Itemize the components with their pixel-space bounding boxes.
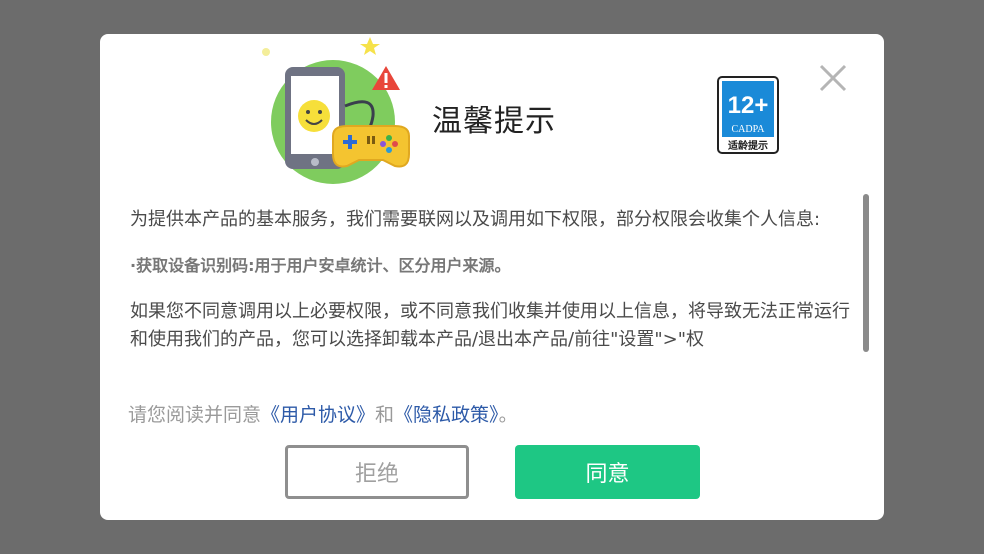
user-agreement-link[interactable]: 《用户协议》 (261, 404, 375, 426)
agreement-and: 和 (375, 404, 395, 426)
content-scrollbar[interactable] (863, 194, 869, 352)
agreement-text: 请您阅读并同意《用户协议》和《隐私政策》。 (128, 400, 518, 427)
notice-text: 如果您不同意调用以上必要权限，或不同意我们收集并使用以上信息，将导致无法正常运行… (130, 301, 850, 350)
agreement-prefix: 请您阅读并同意 (128, 404, 262, 426)
intro-text: 为提供本产品的基本服务，我们需要联网以及调用如下权限，部分权限会收集个人信息: (130, 209, 821, 230)
permission-dialog: 温馨提示 12+ CADPA 适龄提示 为提供本产品的基本服务，我们需要联网以及… (100, 34, 884, 520)
permission-item: ·获取设备识别码:用于用户安卓统计、区分用户来源。 (130, 256, 511, 275)
agreement-suffix: 。 (498, 404, 518, 426)
permission-content: 为提供本产品的基本服务，我们需要联网以及调用如下权限，部分权限会收集个人信息: … (130, 206, 855, 386)
game-phone-illustration (262, 37, 410, 184)
age-rating: 12+ (728, 92, 769, 119)
age-rating-org: CADPA (732, 124, 766, 135)
close-icon[interactable] (815, 60, 851, 96)
agree-button[interactable]: 同意 (515, 445, 700, 499)
privacy-policy-link[interactable]: 《隐私政策》 (394, 404, 499, 426)
age-rating-badge: 12+ CADPA 适龄提示 (717, 76, 779, 154)
reject-button[interactable]: 拒绝 (285, 445, 469, 499)
dialog-title: 温馨提示 (432, 104, 556, 139)
age-rating-caption: 适龄提示 (728, 139, 768, 152)
